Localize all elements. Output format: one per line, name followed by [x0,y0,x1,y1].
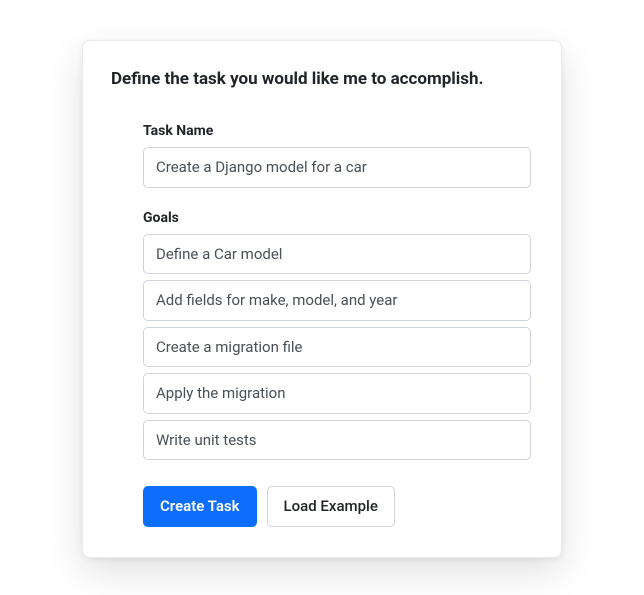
task-name-group: Task Name [143,123,531,188]
goal-input[interactable] [143,327,531,368]
goal-input[interactable] [143,373,531,414]
goal-list [143,234,531,461]
goals-group: Goals [143,210,531,461]
create-task-button[interactable]: Create Task [143,486,257,527]
goal-input[interactable] [143,420,531,461]
button-row: Create Task Load Example [143,486,531,527]
task-name-input[interactable] [143,147,531,188]
goal-input[interactable] [143,280,531,321]
goals-label: Goals [143,210,531,226]
form-area: Task Name Goals Create Task Load Example [111,123,533,527]
task-name-label: Task Name [143,123,531,139]
goal-input[interactable] [143,234,531,275]
card-title: Define the task you would like me to acc… [111,69,533,89]
task-form-card: Define the task you would like me to acc… [82,40,562,558]
load-example-button[interactable]: Load Example [267,486,395,527]
